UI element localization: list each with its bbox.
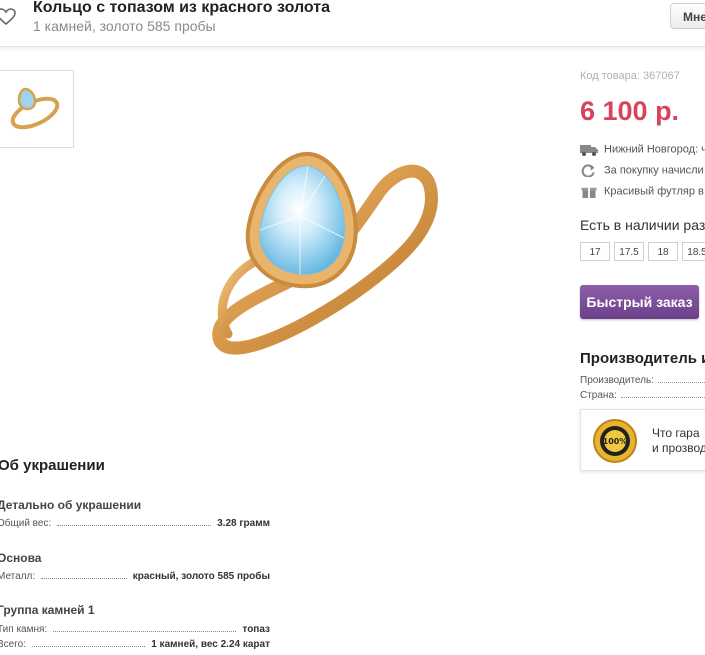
- section-title: Основа: [0, 551, 42, 565]
- truck-icon: [580, 145, 598, 156]
- manufacturer-title: Производитель и: [580, 350, 705, 367]
- bonus-info: За покупку начисли: [580, 164, 704, 177]
- gift-text: Красивый футляр в: [604, 185, 704, 198]
- gift-info: Красивый футляр в: [580, 185, 704, 198]
- product-title: Кольцо с топазом из красного золота: [33, 0, 331, 16]
- spec-value: красный, золото 585 пробы: [132, 571, 270, 582]
- guarantee-seal-icon: 100%: [593, 419, 637, 463]
- more-button[interactable]: Мне: [670, 3, 705, 29]
- size-option[interactable]: 18.5: [682, 242, 705, 261]
- spec-label: Общий вес:: [0, 518, 52, 529]
- spec-value: 1 камней, вес 2.24 карат: [151, 639, 270, 650]
- delivery-text: Нижний Новгород: ч: [604, 143, 705, 156]
- seal-text: 100%: [603, 437, 628, 446]
- refresh-icon: [581, 164, 595, 177]
- size-option[interactable]: 17: [580, 242, 610, 261]
- section-title: Группа камней 1: [0, 603, 95, 617]
- spec-value: топаз: [242, 624, 270, 635]
- ring-thumbnail-icon: [10, 87, 60, 130]
- spec-row: Тип камня: топаз: [0, 624, 270, 635]
- manufacturer-row: Производитель:: [580, 375, 705, 386]
- country-row: Страна:: [580, 390, 705, 401]
- spec-row: Общий вес: 3.28 грамм: [0, 518, 270, 529]
- producer-label: Производитель:: [580, 375, 654, 386]
- delivery-info: Нижний Новгород: ч: [580, 143, 705, 156]
- spec-value: 3.28 грамм: [217, 518, 270, 529]
- guarantee-text: Что гарa и прозвод: [652, 426, 705, 456]
- guarantee-line1: Что гарa: [652, 426, 700, 440]
- heart-icon[interactable]: [0, 8, 16, 26]
- guarantee-line2: и прозвод: [652, 441, 705, 455]
- size-options: 17 17.5 18 18.5: [580, 242, 705, 261]
- size-option[interactable]: 18: [648, 242, 678, 261]
- thumbnail-ring[interactable]: [0, 70, 74, 148]
- quick-order-button[interactable]: Быстрый заказ: [580, 285, 699, 319]
- sizes-title: Есть в наличии раз: [580, 217, 705, 233]
- product-price: 6 100 р.: [580, 96, 680, 126]
- spec-row: Металл: красный, золото 585 пробы: [0, 571, 270, 582]
- product-subtitle: 1 камней, золото 585 пробы: [33, 18, 216, 34]
- about-title: Об украшении: [0, 457, 105, 474]
- spec-label: Тип камня:: [0, 624, 48, 635]
- spec-label: Всего:: [0, 639, 26, 650]
- section-title: Детально об украшении: [0, 498, 142, 512]
- product-header: Кольцо с топазом из красного золота 1 ка…: [0, 0, 705, 47]
- guarantee-card[interactable]: 100% Что гарa и прозвод: [580, 409, 705, 471]
- product-sku: Код товара: 367067: [580, 70, 680, 82]
- size-option[interactable]: 17.5: [614, 242, 644, 261]
- country-label: Страна:: [580, 390, 617, 401]
- gift-icon: [581, 187, 597, 198]
- spec-row: Всего: 1 камней, вес 2.24 карат: [0, 639, 270, 650]
- bonus-text: За покупку начисли: [604, 164, 704, 177]
- spec-label: Металл:: [0, 571, 36, 582]
- ring-image: [212, 151, 438, 355]
